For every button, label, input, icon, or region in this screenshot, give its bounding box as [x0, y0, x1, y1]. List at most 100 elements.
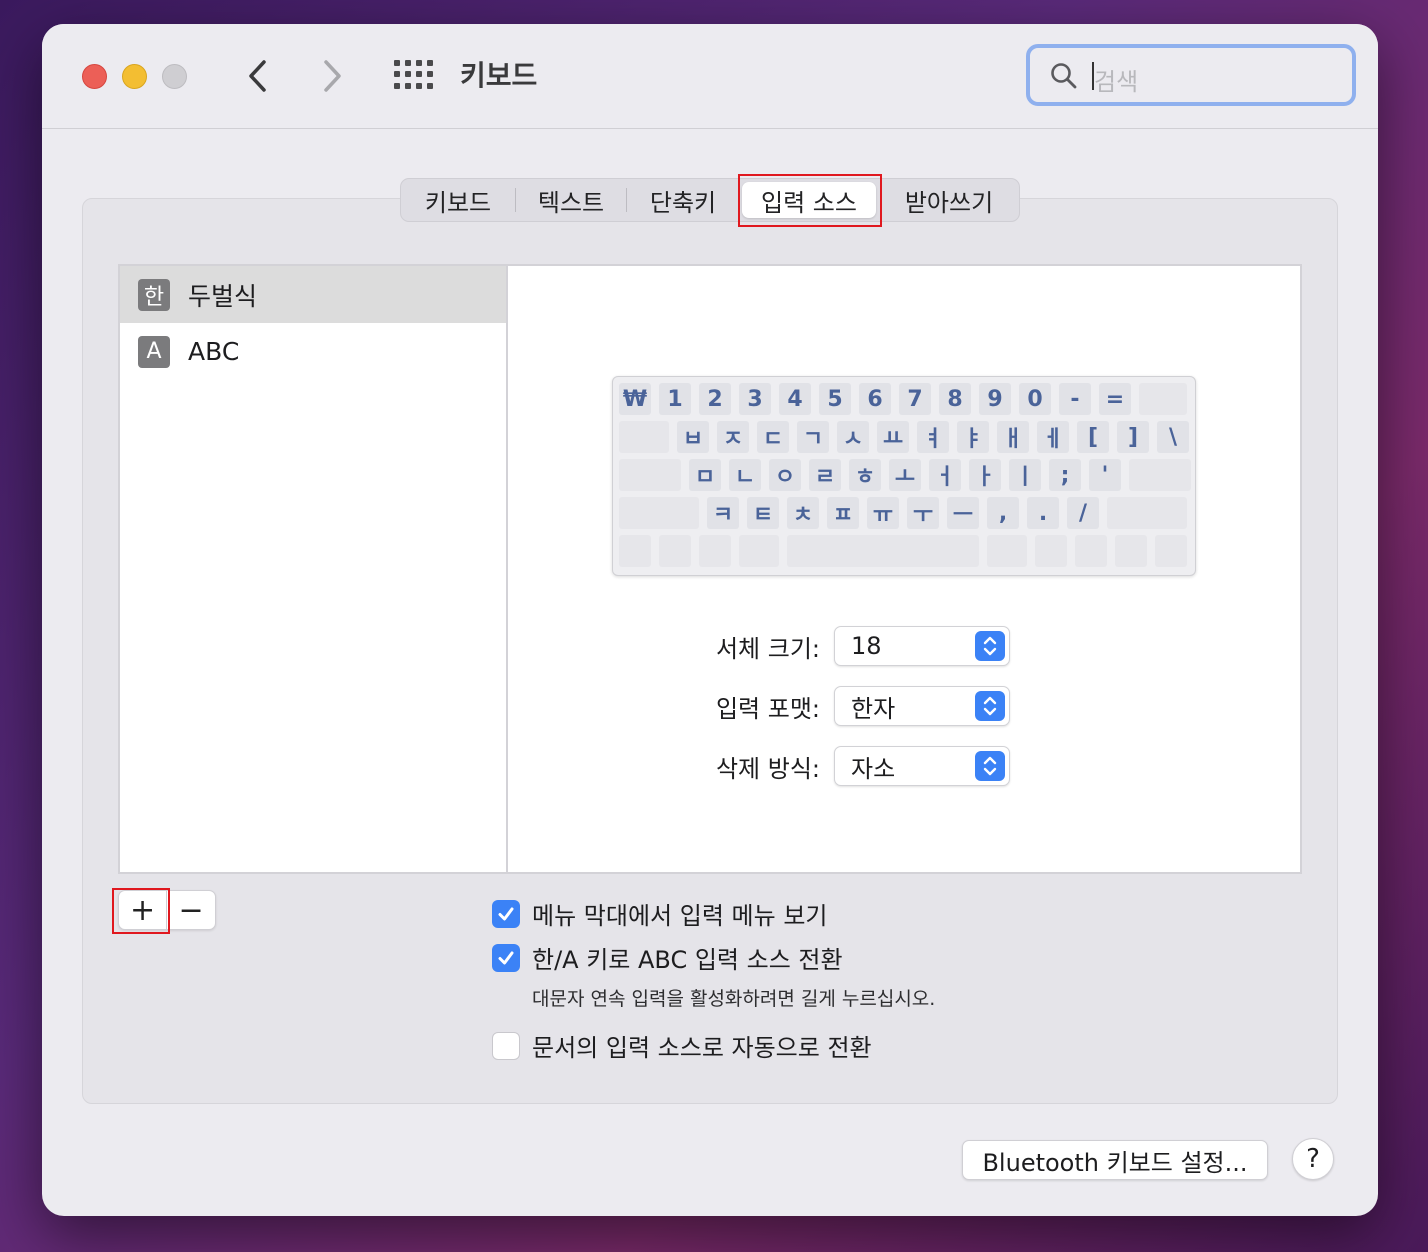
auto-switch-checkbox[interactable] — [492, 1031, 520, 1060]
key: ] — [1117, 421, 1149, 453]
font-size-popup[interactable]: 18 — [834, 626, 1010, 666]
key-space — [787, 535, 979, 567]
font-size-label: 서체 크기: — [715, 634, 820, 663]
back-button[interactable] — [238, 54, 278, 98]
key: 2 — [699, 383, 731, 415]
tab-keyboard[interactable]: 키보드 — [401, 179, 515, 221]
key: ' — [1089, 459, 1121, 491]
tab-dictation[interactable]: 받아쓰기 — [879, 179, 1019, 221]
tab-shortcuts[interactable]: 단축키 — [627, 179, 739, 221]
key: ㅎ — [849, 459, 881, 491]
tab-bar: 키보드 텍스트 단축키 입력 소스 받아쓰기 — [400, 178, 1020, 222]
delete-mode-row: 삭제 방식: 자소 — [658, 746, 1018, 786]
key: . — [1027, 497, 1059, 529]
close-window-button[interactable] — [82, 64, 107, 89]
search-icon — [1051, 63, 1077, 89]
hanA-switch-checkbox[interactable] — [492, 943, 520, 972]
key: 1 — [659, 383, 691, 415]
key: ㅋ — [707, 497, 739, 529]
keyboard-row-2: ㅂ ㅈ ㄷ ㄱ ㅅ ㅛ ㅕ ㅑ ㅐ ㅔ [ ] \ — [619, 421, 1197, 453]
key: ㅍ — [827, 497, 859, 529]
caps-lock-hint: 대문자 연속 입력을 활성화하려면 길게 누르십시오. — [532, 988, 936, 1010]
key: ㅈ — [717, 421, 749, 453]
key-caps — [619, 459, 681, 491]
delete-mode-popup[interactable]: 자소 — [834, 746, 1010, 786]
key: / — [1067, 497, 1099, 529]
source-label: 두벌식 — [188, 281, 258, 311]
updown-chevron-icon — [975, 751, 1005, 781]
show-all-grid-icon[interactable] — [394, 60, 433, 90]
titlebar: 키보드 검색 — [42, 24, 1378, 129]
key: ㄱ — [797, 421, 829, 453]
tab-text[interactable]: 텍스트 — [516, 179, 626, 221]
abc-input-icon: A — [138, 335, 170, 368]
key: ㅓ — [929, 459, 961, 491]
show-menu-checkbox[interactable] — [492, 899, 520, 928]
key: ㅅ — [837, 421, 869, 453]
show-menu-option[interactable]: 메뉴 막대에서 입력 메뉴 보기 — [492, 896, 827, 931]
checkmark-icon — [498, 907, 514, 920]
key: 9 — [979, 383, 1011, 415]
bluetooth-keyboard-setup-button[interactable]: Bluetooth 키보드 설정... — [962, 1140, 1268, 1180]
highlight-box-tab — [738, 174, 882, 227]
forward-button[interactable] — [312, 54, 352, 98]
list-item-dubeolsik[interactable]: 한 두벌식 — [120, 266, 506, 323]
key: ㅗ — [889, 459, 921, 491]
chevron-left-icon — [249, 60, 266, 92]
input-format-row: 입력 포맷: 한자 — [658, 686, 1018, 726]
key: 8 — [939, 383, 971, 415]
search-field[interactable]: 검색 — [1026, 44, 1356, 106]
key: ㅇ — [769, 459, 801, 491]
zoom-window-button[interactable] — [162, 64, 187, 89]
key-command — [739, 535, 779, 567]
key-fn — [619, 535, 651, 567]
font-size-value: 18 — [851, 632, 882, 660]
keyboard-row-4: ㅋ ㅌ ㅊ ㅍ ㅠ ㅜ ㅡ , . / — [619, 497, 1195, 529]
key-shift-right — [1107, 497, 1187, 529]
key: [ — [1077, 421, 1109, 453]
hanA-switch-option[interactable]: 한/A 키로 ABC 입력 소스 전환 — [492, 940, 843, 975]
auto-switch-label: 문서의 입력 소스로 자동으로 전환 — [532, 1034, 872, 1062]
list-item-abc[interactable]: A ABC — [120, 323, 506, 380]
key-option-right — [1035, 535, 1067, 567]
key: ㅠ — [867, 497, 899, 529]
highlight-box-add — [112, 888, 170, 934]
key: 6 — [859, 383, 891, 415]
keyboard-row-1: ₩ 1 2 3 4 5 6 7 8 9 0 - = — [619, 383, 1195, 415]
key: ㅜ — [907, 497, 939, 529]
input-source-list: 한 두벌식 A ABC — [118, 264, 508, 874]
auto-switch-option[interactable]: 문서의 입력 소스로 자동으로 전환 — [492, 1028, 872, 1063]
help-button[interactable]: ? — [1292, 1138, 1334, 1180]
key: ; — [1049, 459, 1081, 491]
updown-chevron-icon — [975, 631, 1005, 661]
key: ₩ — [619, 383, 651, 415]
updown-chevron-icon — [975, 691, 1005, 721]
key-shift-left — [619, 497, 699, 529]
remove-source-button[interactable]: − — [167, 891, 215, 929]
korean-input-icon: 한 — [138, 278, 170, 311]
preferences-window: 키보드 검색 키보드 텍스트 단축키 입력 소스 받아쓰기 한 두벌식 A AB… — [42, 24, 1378, 1216]
input-format-label: 입력 포맷: — [715, 694, 820, 723]
delete-mode-label: 삭제 방식: — [715, 754, 820, 783]
key-option — [699, 535, 731, 567]
key: ㄹ — [809, 459, 841, 491]
key: 4 — [779, 383, 811, 415]
keyboard-row-3: ㅁ ㄴ ㅇ ㄹ ㅎ ㅗ ㅓ ㅏ ㅣ ; ' — [619, 459, 1199, 491]
key: - — [1059, 383, 1091, 415]
source-detail-pane: ₩ 1 2 3 4 5 6 7 8 9 0 - = ㅂ ㅈ ㄷ ㄱ ㅅ ㅛ ㅕ … — [506, 264, 1302, 874]
font-size-row: 서체 크기: 18 — [658, 626, 1018, 666]
key: ㅑ — [957, 421, 989, 453]
key: \ — [1157, 421, 1189, 453]
key-control — [659, 535, 691, 567]
key: ㅣ — [1009, 459, 1041, 491]
key: ㅌ — [747, 497, 779, 529]
key-arrow-right — [1155, 535, 1187, 567]
key: ㅔ — [1037, 421, 1069, 453]
key: 7 — [899, 383, 931, 415]
minimize-window-button[interactable] — [122, 64, 147, 89]
key: ㅛ — [877, 421, 909, 453]
hanA-switch-label: 한/A 키로 ABC 입력 소스 전환 — [532, 946, 843, 974]
key-arrow-left — [1075, 535, 1107, 567]
key-command-right — [987, 535, 1027, 567]
input-format-popup[interactable]: 한자 — [834, 686, 1010, 726]
